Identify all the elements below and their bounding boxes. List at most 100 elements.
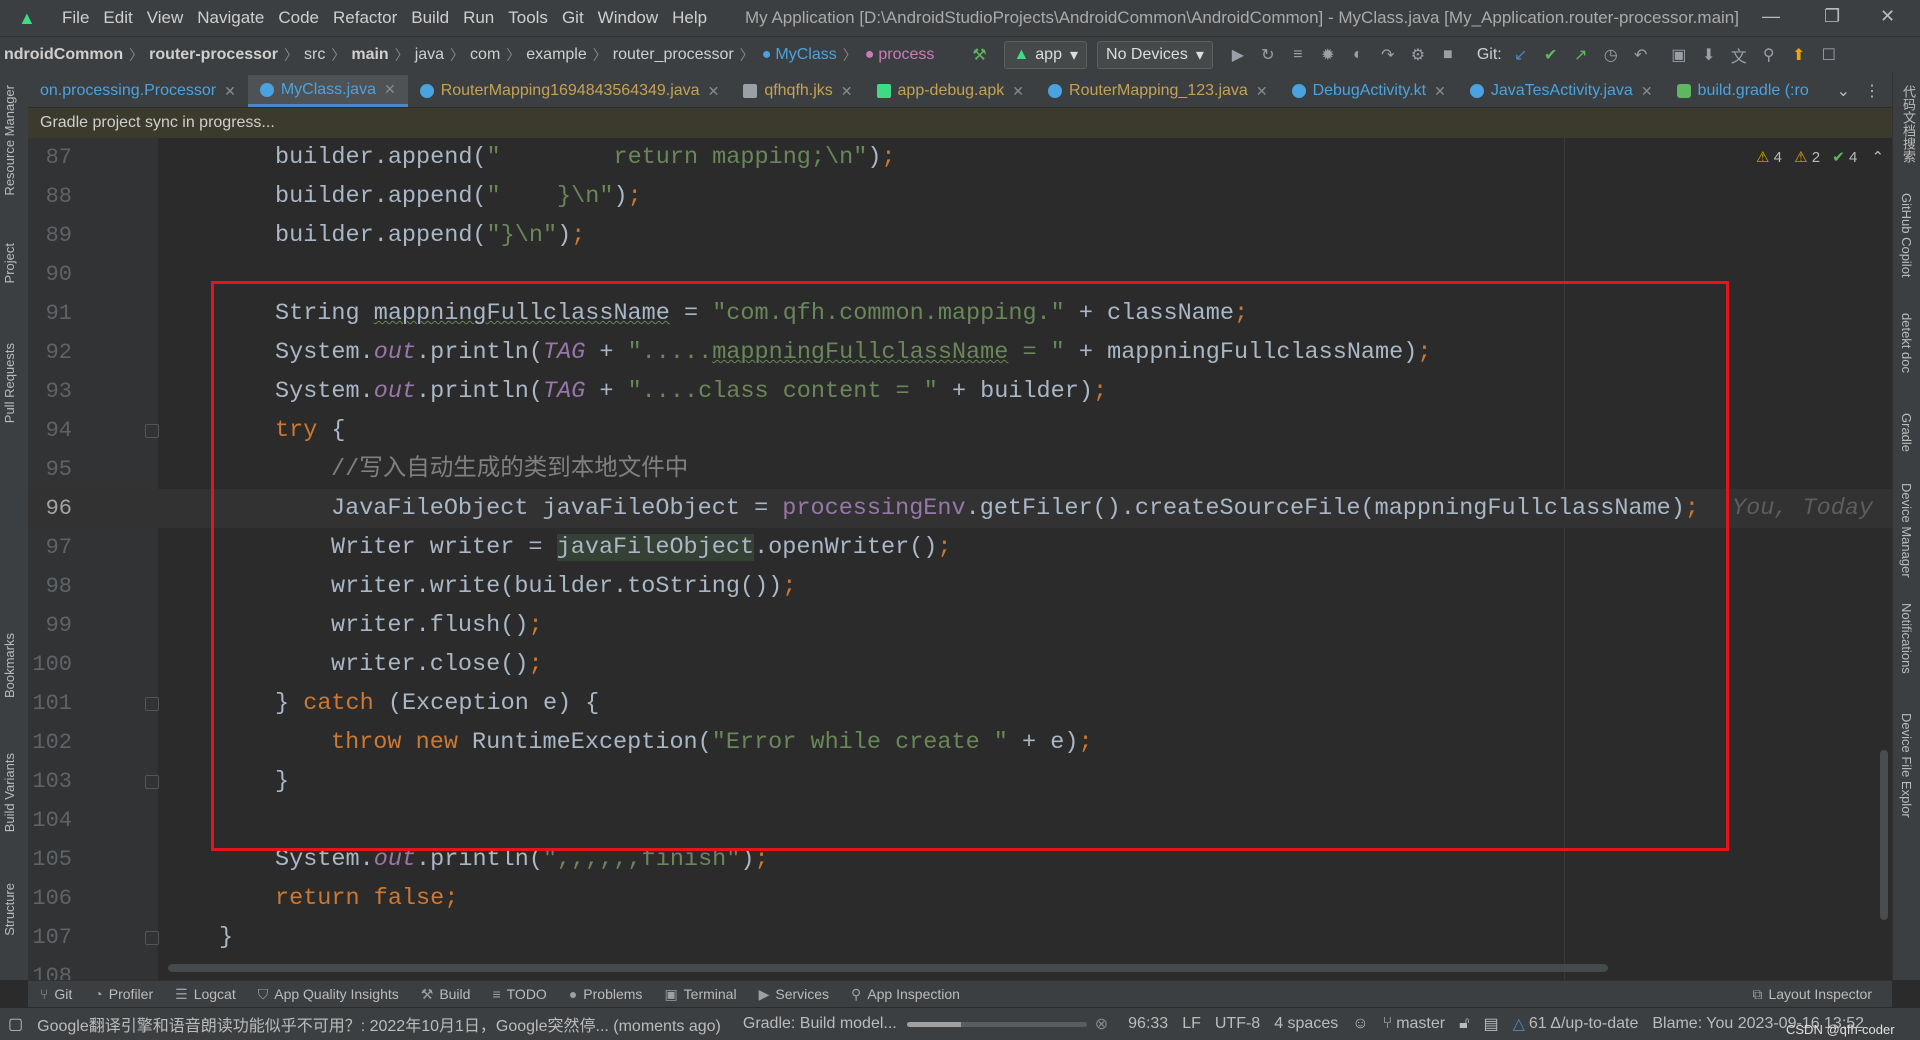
tool-app-inspection[interactable]: ⚲ App Inspection xyxy=(851,986,960,1003)
tool-services[interactable]: ▶ Services xyxy=(759,986,829,1003)
close-icon[interactable]: ✕ xyxy=(1256,83,1268,100)
breadcrumb-project[interactable]: ndroidCommon xyxy=(4,46,123,64)
menu-window[interactable]: Window xyxy=(598,8,658,28)
menu-run[interactable]: Run xyxy=(463,8,494,28)
update-icon[interactable]: ⬆ xyxy=(1788,45,1810,65)
debug-icon[interactable]: ✹ xyxy=(1317,45,1339,65)
menu-build[interactable]: Build xyxy=(411,8,449,28)
tab-list-button[interactable]: ⌄ ⋮ xyxy=(1825,75,1892,107)
git-commit-icon[interactable]: ✔ xyxy=(1540,45,1562,65)
tool-logcat[interactable]: ☰ Logcat xyxy=(175,986,236,1003)
tool-pull-requests[interactable]: Pull Requests xyxy=(2,343,17,423)
menu-code[interactable]: Code xyxy=(278,8,319,28)
close-icon[interactable]: ✕ xyxy=(1012,83,1024,100)
menu-refactor[interactable]: Refactor xyxy=(333,8,397,28)
tab-myclass[interactable]: MyClass.java ✕ xyxy=(247,75,408,107)
caret-position[interactable]: 96:33 xyxy=(1128,1015,1168,1033)
search-icon[interactable]: ⚲ xyxy=(1758,45,1780,65)
menu-file[interactable]: File xyxy=(62,8,89,28)
apply-changes-icon[interactable]: ↷ xyxy=(1377,45,1399,65)
tool-notifications[interactable]: Notifications xyxy=(1899,603,1914,674)
fold-icon[interactable] xyxy=(145,775,159,789)
tool-github-copilot[interactable]: GitHub Copilot xyxy=(1899,193,1914,278)
profile-icon[interactable]: ◐ xyxy=(1347,46,1369,64)
menu-view[interactable]: View xyxy=(147,8,184,28)
tab-keystore[interactable]: qfhqfh.jks ✕ xyxy=(731,75,864,107)
tool-build[interactable]: ⚒ Build xyxy=(421,986,471,1003)
run-icon[interactable]: ▶ xyxy=(1227,45,1249,65)
tool-device-file-explorer[interactable]: Device File Explor xyxy=(1899,713,1914,818)
tab-processor[interactable]: on.processing.Processor ✕ xyxy=(28,75,248,107)
tab-debugactivity[interactable]: DebugActivity.kt ✕ xyxy=(1280,75,1458,107)
tool-device-manager[interactable]: Device Manager xyxy=(1899,483,1914,578)
fold-icon[interactable] xyxy=(145,931,159,945)
minimize-icon[interactable]: — xyxy=(1762,6,1780,27)
avatar[interactable]: ☐ xyxy=(1818,45,1840,65)
breadcrumb-package[interactable]: router_processor xyxy=(613,46,734,64)
line-separator[interactable]: LF xyxy=(1182,1015,1201,1033)
menu-edit[interactable]: Edit xyxy=(103,8,132,28)
tool-profiler[interactable]: ◔ Profiler xyxy=(94,986,153,1002)
device-mirror-icon[interactable]: ▣ xyxy=(1668,45,1690,65)
status-message[interactable]: Google翻译引擎和语音朗读功能似乎不可用？: 2022年10月1日，Goog… xyxy=(37,1012,721,1036)
close-icon[interactable]: ✕ xyxy=(1434,83,1446,100)
close-icon[interactable]: ✕ xyxy=(224,83,236,100)
fold-icon[interactable] xyxy=(145,697,159,711)
tool-detekt-doc[interactable]: detekt doc xyxy=(1899,313,1914,373)
rollback-icon[interactable]: ↶ xyxy=(1630,45,1652,65)
sdk-manager-icon[interactable]: ⬇ xyxy=(1698,45,1720,65)
breadcrumb-example[interactable]: example xyxy=(526,46,586,64)
tool-layout-inspector[interactable]: ⧉ Layout Inspector xyxy=(1752,986,1872,1003)
breadcrumb-src[interactable]: src xyxy=(304,46,325,64)
tool-resource-manager[interactable]: Resource Manager xyxy=(2,85,17,196)
menu-navigate[interactable]: Navigate xyxy=(197,8,264,28)
close-icon[interactable]: ✕ xyxy=(1880,6,1895,27)
tab-routermapping-123[interactable]: RouterMapping_123.java ✕ xyxy=(1036,75,1280,107)
stop-icon[interactable]: ■ xyxy=(1437,46,1459,64)
run-config-select[interactable]: ▲ app ▾ xyxy=(1004,41,1088,69)
git-push-icon[interactable]: ↗ xyxy=(1570,45,1592,65)
tab-routermapping-timestamp[interactable]: RouterMapping1694843564349.java ✕ xyxy=(408,75,732,107)
tool-gradle[interactable]: Gradle xyxy=(1899,413,1914,452)
tool-build-variants[interactable]: Build Variants xyxy=(2,753,17,832)
breadcrumb-com[interactable]: com xyxy=(470,46,500,64)
breadcrumb-java[interactable]: java xyxy=(415,46,444,64)
tab-build-gradle[interactable]: build.gradle (:ro xyxy=(1665,75,1821,107)
tool-structure[interactable]: Structure xyxy=(2,883,17,936)
hammer-icon[interactable]: ⚒ xyxy=(968,45,990,65)
horizontal-scrollbar[interactable] xyxy=(168,964,1608,972)
close-icon[interactable]: ✕ xyxy=(708,83,720,100)
code-editor[interactable]: 87 builder.append(" return mapping;\n"); … xyxy=(28,138,1892,980)
tab-apk[interactable]: app-debug.apk ✕ xyxy=(865,75,1037,107)
attach-debugger-icon[interactable]: ⚙ xyxy=(1407,45,1429,65)
vertical-scrollbar[interactable] xyxy=(1880,750,1888,920)
git-update-icon[interactable]: ↙ xyxy=(1510,45,1532,65)
chevron-up-icon[interactable]: ⌃ xyxy=(1872,149,1885,166)
breadcrumb-module[interactable]: router-processor xyxy=(149,46,278,64)
breadcrumb-class[interactable]: MyClass xyxy=(775,46,836,64)
tool-git[interactable]: ⑂ Git xyxy=(40,986,72,1002)
fold-icon[interactable] xyxy=(145,424,159,438)
inspection-widget[interactable]: ⚠ 4 ⚠ 2 ✔ 4 ⌃ ⌄ xyxy=(1756,148,1892,166)
tool-bookmarks[interactable]: Bookmarks xyxy=(2,633,17,698)
tool-doc-search[interactable]: 代码文档搜索 xyxy=(1899,85,1918,163)
breadcrumb-main[interactable]: main xyxy=(351,46,388,64)
menu-git[interactable]: Git xyxy=(562,8,584,28)
file-encoding[interactable]: UTF-8 xyxy=(1215,1015,1260,1033)
toggle-panels-icon[interactable]: ▢ xyxy=(8,1014,23,1034)
menu-help[interactable]: Help xyxy=(672,8,707,28)
tool-project[interactable]: Project xyxy=(2,243,17,283)
history-icon[interactable]: ◷ xyxy=(1600,45,1622,65)
close-icon[interactable]: ✕ xyxy=(384,81,396,98)
close-icon[interactable]: ✕ xyxy=(1641,83,1653,100)
cancel-icon[interactable]: ⊗ xyxy=(1095,1014,1108,1034)
breadcrumb-method[interactable]: process xyxy=(878,46,934,64)
close-icon[interactable]: ✕ xyxy=(841,83,853,100)
device-select[interactable]: No Devices ▾ xyxy=(1097,41,1213,69)
coverage-icon[interactable]: ≡ xyxy=(1287,46,1309,64)
rerun-icon[interactable]: ↻ xyxy=(1257,45,1279,65)
translate-icon[interactable]: 文 xyxy=(1728,43,1750,67)
menu-tools[interactable]: Tools xyxy=(508,8,548,28)
indent-setting[interactable]: 4 spaces xyxy=(1274,1015,1338,1033)
copilot-icon[interactable]: ☺ xyxy=(1352,1015,1368,1033)
